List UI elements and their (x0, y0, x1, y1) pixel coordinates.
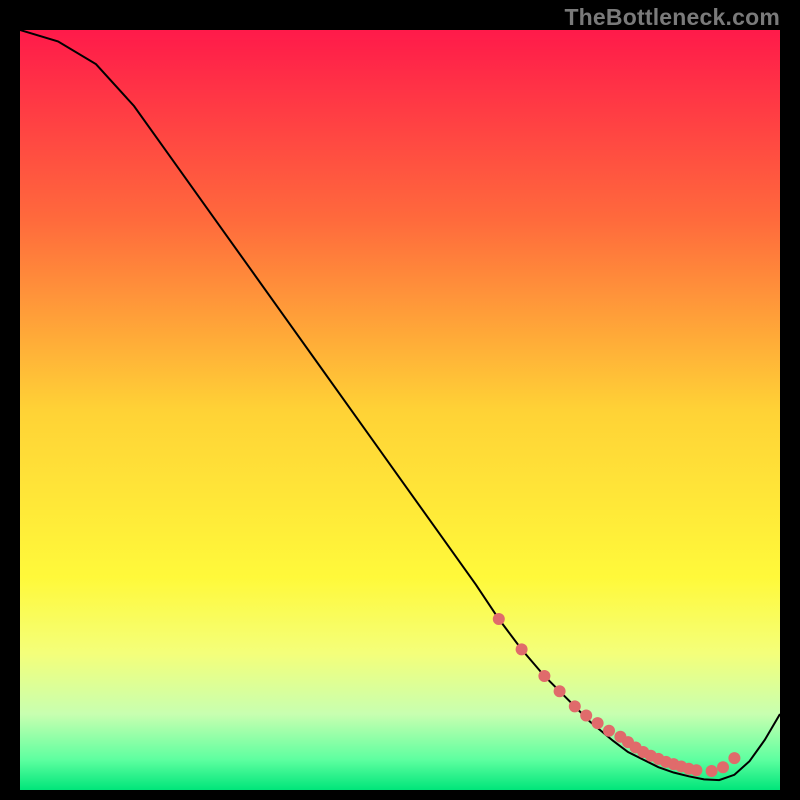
data-marker (516, 643, 528, 655)
data-marker (592, 717, 604, 729)
chart-container: TheBottleneck.com (0, 0, 800, 800)
data-marker (580, 710, 592, 722)
data-marker (706, 765, 718, 777)
data-marker (493, 613, 505, 625)
watermark-text: TheBottleneck.com (564, 4, 780, 31)
data-marker (538, 670, 550, 682)
data-marker (717, 761, 729, 773)
data-marker (690, 764, 702, 776)
data-marker (554, 685, 566, 697)
gradient-background (20, 30, 780, 790)
data-marker (569, 700, 581, 712)
chart-svg (20, 30, 780, 790)
data-marker (728, 752, 740, 764)
plot-area (20, 30, 780, 790)
data-marker (603, 725, 615, 737)
